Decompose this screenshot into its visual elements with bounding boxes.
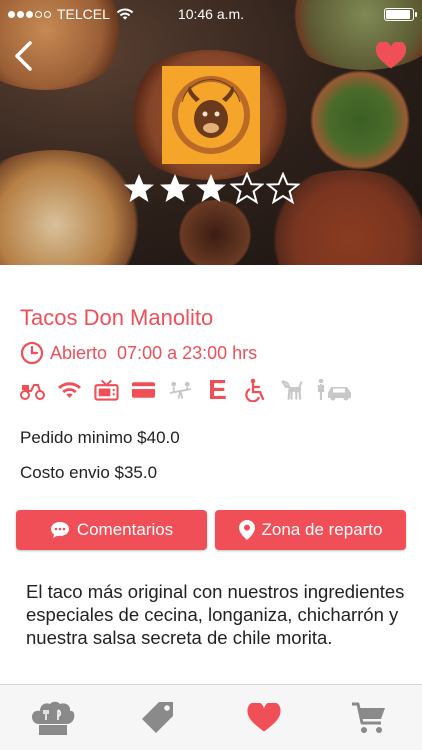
carrier-label: TELCEL: [57, 6, 110, 22]
bottom-tab-bar: [0, 684, 422, 750]
restaurant-logo: [162, 66, 260, 164]
heart-icon: [247, 702, 281, 732]
star-empty-icon: [230, 172, 264, 205]
comments-button[interactable]: Comentarios: [16, 510, 207, 550]
clock-icon: [20, 341, 44, 365]
delivery-zone-button-label: Zona de reparto: [261, 520, 383, 539]
restaurant-description: El taco más original con nuestros ingred…: [26, 581, 405, 648]
bull-logo-icon: [172, 76, 250, 154]
cart-icon: [352, 702, 386, 733]
open-status: Abierto: [50, 342, 108, 363]
tag-icon: [142, 701, 174, 733]
pet-dog-icon: [279, 377, 304, 403]
comments-button-label: Comentarios: [76, 520, 174, 539]
chef-hat-icon: [31, 701, 75, 735]
status-bar: TELCEL 10:46 a.m.: [0, 0, 422, 28]
delivery-scooter-icon: [20, 377, 45, 403]
star-filled-icon: [124, 174, 154, 202]
minimum-order: Pedido minimo $40.0: [20, 428, 180, 447]
playground-icon: [168, 377, 193, 403]
amenities-row: E: [20, 374, 356, 405]
location-pin-icon: [238, 520, 255, 540]
favorite-button[interactable]: [376, 42, 406, 70]
chat-bubble-icon: [50, 522, 69, 538]
opening-hours: Abierto 07:00 a 23:00 hrs: [20, 341, 257, 365]
hero-image: TELCEL 10:46 a.m.: [0, 0, 422, 265]
battery-icon: [384, 8, 417, 21]
signal-strength-icon: [8, 10, 51, 18]
star-filled-icon: [196, 174, 226, 202]
hours-range: 07:00 a 23:00 hrs: [117, 342, 258, 363]
wifi-icon: [57, 377, 82, 403]
tv-icon: [94, 377, 119, 403]
tab-favorites[interactable]: [234, 693, 294, 743]
back-button[interactable]: [12, 40, 36, 72]
shipping-cost: Costo envio $35.0: [20, 463, 158, 482]
delivery-zone-button[interactable]: Zona de reparto: [215, 510, 406, 550]
tab-promotions[interactable]: [128, 693, 188, 743]
wifi-status-icon: [116, 8, 134, 20]
tab-restaurants[interactable]: [23, 693, 83, 743]
star-filled-icon: [160, 174, 190, 202]
letter-e-icon: E: [205, 374, 230, 405]
wheelchair-icon: [242, 377, 267, 403]
restaurant-name: Tacos Don Manolito: [20, 305, 214, 330]
tab-cart[interactable]: [339, 693, 399, 743]
rating-stars: [122, 172, 300, 206]
valet-parking-icon: [316, 377, 356, 403]
credit-card-icon: [131, 377, 156, 403]
star-empty-icon: [266, 172, 300, 205]
amenity-letter: E: [208, 374, 227, 405]
